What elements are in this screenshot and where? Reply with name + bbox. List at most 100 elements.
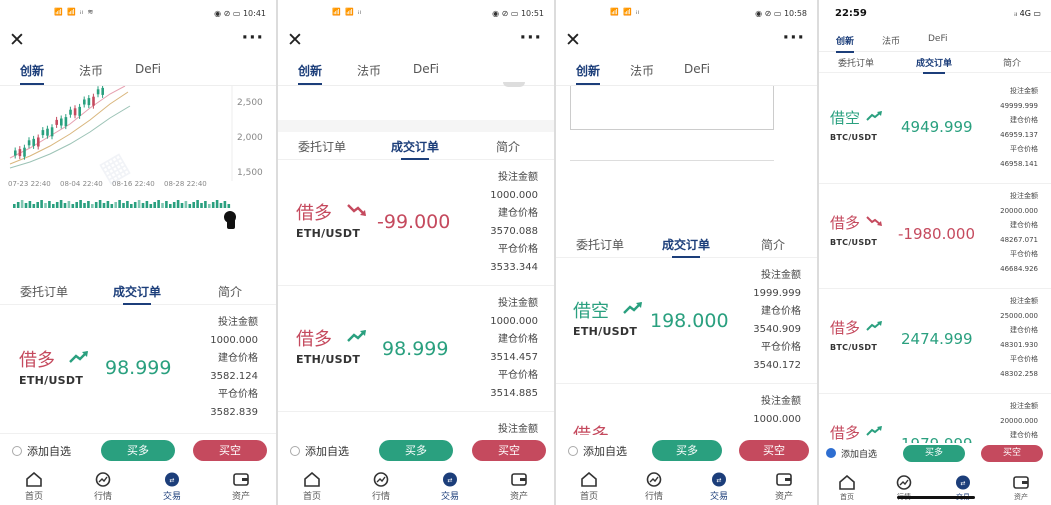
volume-bar bbox=[24, 203, 28, 208]
nav-market[interactable]: 行情 bbox=[361, 472, 401, 502]
close-icon[interactable]: ✕ bbox=[565, 30, 581, 50]
tab-fiat[interactable]: 法币 bbox=[357, 62, 381, 79]
bottom-panel: 添加自选 买多 买空 首页 行情 ⇄交易 资产 bbox=[0, 435, 276, 505]
tab-filled-orders[interactable]: 成交订单 bbox=[391, 138, 439, 160]
volume-bar bbox=[180, 203, 184, 208]
list-item[interactable]: 借多 ETH/USDT 98.999 投注金额 1000.000 建仓价格 35… bbox=[278, 287, 554, 412]
candle-body bbox=[92, 96, 95, 106]
tab-fiat[interactable]: 法币 bbox=[630, 62, 654, 79]
buy-short-button[interactable]: 买空 bbox=[193, 440, 267, 461]
buy-long-button[interactable]: 买多 bbox=[652, 440, 722, 461]
candle-body bbox=[55, 119, 58, 125]
buy-short-button[interactable]: 买空 bbox=[472, 440, 546, 461]
tab-defi[interactable]: DeFi bbox=[928, 34, 948, 44]
favorite-toggle[interactable]: 添加自选 bbox=[568, 443, 627, 459]
nav-market[interactable]: 行情 bbox=[83, 472, 123, 502]
nav-assets[interactable]: 资产 bbox=[764, 472, 804, 502]
wallet-icon bbox=[776, 473, 792, 486]
trading-pair: ETH/USDT bbox=[296, 227, 361, 240]
home-icon bbox=[581, 472, 597, 487]
tab-fiat[interactable]: 法币 bbox=[882, 34, 900, 47]
volume-bar bbox=[94, 202, 98, 208]
home-icon bbox=[839, 475, 855, 490]
tab-pending-orders[interactable]: 委托订单 bbox=[838, 56, 874, 69]
volume-bar bbox=[149, 204, 153, 208]
candle-body bbox=[101, 87, 104, 95]
tab-defi[interactable]: DeFi bbox=[135, 62, 161, 76]
nav-assets[interactable]: 资产 bbox=[1001, 475, 1041, 502]
tab-intro[interactable]: 简介 bbox=[496, 138, 520, 155]
kline-chart[interactable]: 2,500 2,000 1,500 07-23 22:40 08-04 22:4… bbox=[0, 86, 276, 271]
nav-trade[interactable]: ⇄交易 bbox=[152, 472, 192, 502]
order-direction: 借多 bbox=[296, 329, 332, 350]
volume-bar bbox=[227, 204, 231, 208]
profit-amount: -1980.000 bbox=[898, 225, 975, 243]
list-item[interactable]: 借多 ETH/USDT -99.000 投注金额 1000.000 建仓价格 3… bbox=[278, 161, 554, 286]
tab-innovation[interactable]: 创新 bbox=[836, 34, 855, 53]
tab-filled-orders[interactable]: 成交订单 bbox=[113, 283, 161, 305]
list-item[interactable]: 借多 BTC/USDT -1980.000 投注金额 20000.000 建仓价… bbox=[819, 185, 1051, 289]
volume-bar bbox=[110, 204, 114, 208]
list-item[interactable]: 借多 BTC/USDT 2474.999 投注金额 25000.000 建仓价格… bbox=[819, 290, 1051, 394]
list-item[interactable]: 借空 BTC/USDT 4949.999 投注金额 49999.999 建仓价格… bbox=[819, 80, 1051, 184]
list-item[interactable]: 借空 ETH/USDT 198.000 投注金额 1999.999 建仓价格 3… bbox=[556, 259, 817, 384]
tab-pending-orders[interactable]: 委托订单 bbox=[298, 138, 346, 155]
trading-pair: BTC/USDT bbox=[830, 343, 878, 352]
nav-assets[interactable]: 资产 bbox=[499, 472, 539, 502]
favorite-toggle[interactable]: 添加自选 bbox=[290, 443, 349, 459]
order-subtabs: 委托订单 成交订单 简介 bbox=[556, 230, 817, 258]
buy-short-button[interactable]: 买空 bbox=[981, 445, 1043, 462]
nav-home[interactable]: 首页 bbox=[292, 472, 332, 502]
nav-home[interactable]: 首页 bbox=[827, 475, 867, 502]
more-icon[interactable]: ··· bbox=[783, 28, 805, 48]
tab-pending-orders[interactable]: 委托订单 bbox=[20, 283, 68, 300]
tab-filled-orders[interactable]: 成交订单 bbox=[916, 56, 952, 74]
more-icon[interactable]: ··· bbox=[520, 28, 542, 48]
volume-bar bbox=[106, 201, 110, 208]
tab-filled-orders[interactable]: 成交订单 bbox=[662, 236, 710, 258]
tab-intro[interactable]: 简介 bbox=[761, 236, 785, 253]
favorite-toggle[interactable]: 添加自选 bbox=[12, 443, 71, 459]
x-tick-2: 08-04 22:40 bbox=[60, 180, 103, 188]
tab-innovation[interactable]: 创新 bbox=[298, 62, 323, 85]
volume-bar bbox=[71, 204, 75, 208]
tab-fiat[interactable]: 法币 bbox=[79, 62, 103, 79]
profit-amount: -99.000 bbox=[377, 211, 451, 233]
buy-long-button[interactable]: 买多 bbox=[379, 440, 453, 461]
buy-long-button[interactable]: 买多 bbox=[903, 445, 965, 462]
nav-trade[interactable]: ⇄交易 bbox=[699, 472, 739, 502]
nav-home[interactable]: 首页 bbox=[569, 472, 609, 502]
tab-intro[interactable]: 简介 bbox=[218, 283, 242, 300]
trend-down-icon bbox=[347, 204, 366, 216]
order-subtabs: 委托订单 成交订单 简介 bbox=[278, 132, 554, 160]
favorite-toggle[interactable]: 添加自选 bbox=[826, 447, 877, 460]
tab-defi[interactable]: DeFi bbox=[413, 62, 439, 76]
nav-assets[interactable]: 资产 bbox=[221, 472, 261, 502]
order-subtabs: 委托订单 成交订单 简介 bbox=[819, 53, 1051, 74]
nav-trade[interactable]: ⇄交易 bbox=[430, 472, 470, 502]
volume-bar bbox=[200, 203, 203, 208]
tab-intro[interactable]: 简介 bbox=[1003, 56, 1021, 69]
tab-innovation[interactable]: 创新 bbox=[20, 62, 45, 85]
nav-home[interactable]: 首页 bbox=[14, 472, 54, 502]
tab-innovation[interactable]: 创新 bbox=[576, 62, 601, 85]
close-icon[interactable]: ✕ bbox=[9, 30, 25, 50]
volume-bar bbox=[223, 201, 227, 208]
list-item[interactable]: 借多 1979.999 投注金额 20000.000 建仓价格 bbox=[819, 395, 1051, 445]
buy-long-button[interactable]: 买多 bbox=[101, 440, 175, 461]
list-item[interactable]: 借多 ETH/USDT 98.999 投注金额 1000.000 建仓价格 35… bbox=[0, 306, 276, 434]
volume-bar bbox=[98, 200, 102, 208]
profit-amount: 2474.999 bbox=[901, 330, 973, 348]
buy-short-button[interactable]: 买空 bbox=[739, 440, 809, 461]
trade-icon: ⇄ bbox=[956, 475, 970, 490]
nav-market[interactable]: 行情 bbox=[634, 472, 674, 502]
volume-bar bbox=[208, 204, 211, 208]
more-icon[interactable]: ··· bbox=[242, 28, 264, 48]
svg-text:⇄: ⇄ bbox=[716, 477, 721, 484]
moving-average-lines bbox=[9, 86, 131, 169]
tab-defi[interactable]: DeFi bbox=[684, 62, 710, 76]
status-bar: 📶 📶 ᵢₗ ≋ ◉ ⊘ ▭ 10:41 bbox=[0, 0, 276, 28]
tab-pending-orders[interactable]: 委托订单 bbox=[576, 236, 624, 253]
close-icon[interactable]: ✕ bbox=[287, 30, 303, 50]
chart-remnant bbox=[503, 82, 525, 87]
